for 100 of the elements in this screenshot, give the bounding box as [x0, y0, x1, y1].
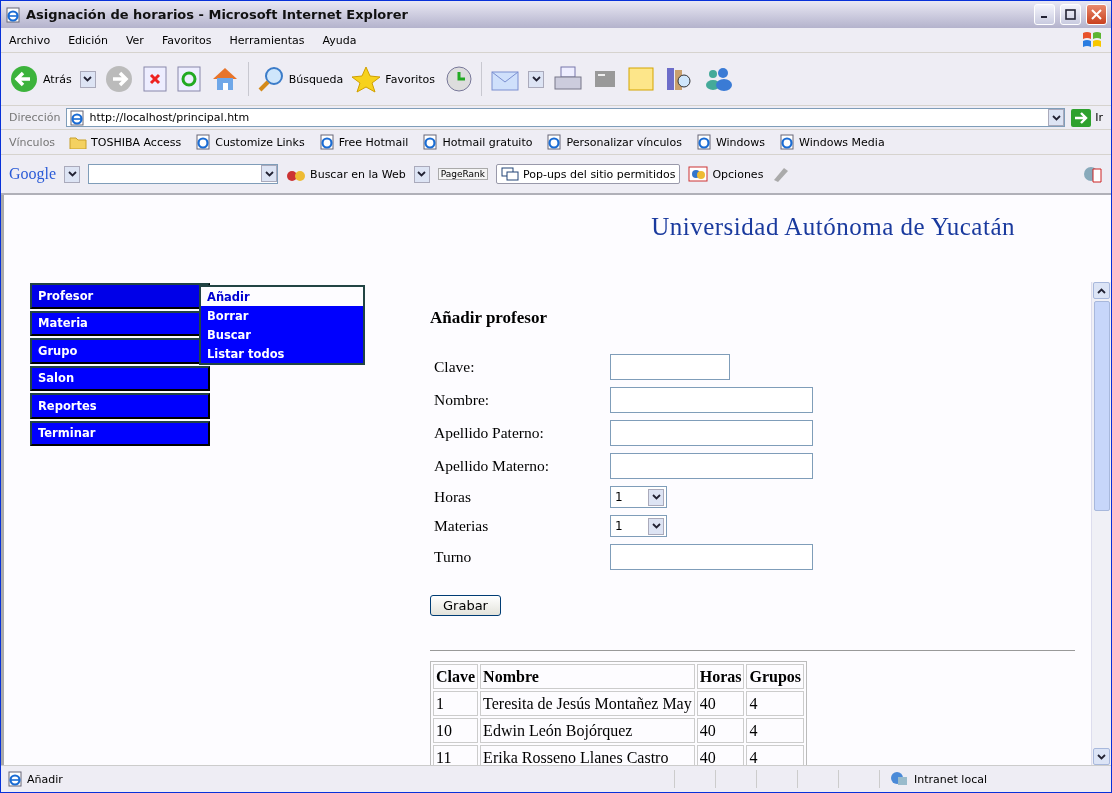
table-cell: Edwin León Bojórquez [480, 718, 695, 743]
input-field[interactable] [610, 420, 813, 446]
submenu-item[interactable]: Añadir [201, 287, 363, 306]
menu-item[interactable]: Herramientas [229, 33, 305, 47]
folder-icon [69, 135, 88, 149]
nav-menu-item[interactable]: Salon [30, 365, 210, 391]
options-icon [688, 166, 709, 182]
back-dropdown[interactable] [79, 70, 96, 88]
link-item[interactable]: Windows [695, 134, 765, 150]
star-icon [351, 65, 382, 93]
menu-item[interactable]: Archivo [9, 33, 51, 47]
input-field[interactable] [610, 453, 813, 479]
caret-icon [651, 523, 661, 529]
forward-icon[interactable] [103, 64, 134, 94]
input-field[interactable] [610, 354, 730, 380]
column-header: Nombre [480, 664, 695, 689]
nav-menu-item[interactable]: Terminar [30, 420, 210, 446]
table-cell: 1 [433, 691, 479, 716]
ie-page-icon [318, 134, 335, 150]
search-icon [256, 65, 285, 93]
save-button[interactable]: Grabar [430, 595, 501, 616]
caret-icon [264, 170, 274, 177]
link-item[interactable]: Personalizar vínculos [546, 134, 682, 150]
books-icon[interactable] [664, 65, 694, 93]
popup-blocker-button[interactable]: Pop-ups del sitio permitidos [495, 164, 681, 184]
ie-page-icon [695, 134, 712, 150]
links-label: Vínculos [9, 135, 56, 149]
window-title: Asignación de horarios - Microsoft Internet Explorer [26, 7, 409, 22]
google-search-field[interactable] [88, 164, 279, 184]
table-cell: 10 [433, 718, 479, 743]
link-item[interactable]: TOSHIBA Access [69, 135, 182, 149]
maximize-button[interactable] [1060, 4, 1081, 25]
address-field[interactable]: http://localhost/principal.htm [66, 108, 1066, 127]
printer-icon[interactable] [552, 65, 584, 93]
column-header: Clave [433, 664, 479, 689]
menu-item[interactable]: Favoritos [161, 33, 212, 47]
select-field[interactable]: 1 [610, 515, 667, 537]
windows-logo-icon [1081, 30, 1103, 50]
select-field[interactable]: 1 [610, 486, 667, 508]
table-cell: 4 [746, 691, 805, 716]
caret-icon [651, 494, 661, 500]
page-icon [5, 6, 21, 23]
go-button[interactable]: Ir [1071, 108, 1103, 127]
ie-page-icon [422, 134, 439, 150]
minimize-button[interactable] [1034, 4, 1055, 25]
menu-item[interactable]: Edición [68, 33, 108, 47]
network-icon [890, 771, 908, 787]
table-cell: 40 [696, 718, 745, 743]
table-cell: Teresita de Jesús Montañez May [480, 691, 695, 716]
close-icon [1091, 9, 1102, 20]
input-field[interactable] [610, 544, 813, 570]
field-label: Apellido Materno: [434, 457, 550, 475]
search-history-dropdown[interactable] [261, 165, 278, 182]
field-label: Nombre: [434, 391, 491, 409]
history-icon[interactable] [443, 64, 473, 94]
google-dropdown[interactable] [64, 165, 81, 183]
ie-page-icon [195, 134, 212, 150]
form-title: Añadir profesor [430, 308, 548, 328]
security-zone: Intranet local [914, 772, 987, 786]
caret-icon [83, 76, 93, 82]
address-label: Dirección [9, 111, 61, 124]
web-search-dropdown[interactable] [413, 165, 430, 183]
link-item[interactable]: Free Hotmail [318, 134, 409, 150]
ie-page-icon [546, 134, 563, 150]
menu-item[interactable]: Ayuda [322, 33, 357, 47]
ie-page-icon [7, 771, 23, 787]
status-text: Añadir [27, 772, 64, 786]
caret-icon [1097, 753, 1106, 760]
table-cell: 40 [696, 691, 745, 716]
options-button[interactable]: Opciones [688, 166, 764, 182]
stop-icon[interactable] [141, 65, 168, 93]
mail-dropdown[interactable] [528, 70, 544, 88]
field-label: Clave: [434, 358, 476, 376]
favorites-button[interactable]: Favoritos [351, 65, 435, 93]
page-heading: Universidad Autónoma de Yucatán [651, 213, 1015, 241]
back-button[interactable]: Atrás [9, 64, 72, 94]
maximize-icon [1065, 9, 1076, 20]
address-dropdown[interactable] [1048, 109, 1065, 126]
input-field[interactable] [610, 387, 813, 413]
search-button[interactable]: Búsqueda [256, 65, 344, 93]
close-button[interactable] [1086, 4, 1107, 25]
ie-page-icon [779, 134, 795, 150]
table-cell: 4 [746, 718, 805, 743]
caret-icon [67, 171, 77, 177]
menu-item[interactable]: Ver [125, 33, 144, 47]
up-caret-icon [1097, 287, 1106, 294]
link-item[interactable]: Windows Media [779, 134, 885, 150]
link-item[interactable]: Customize Links [195, 134, 305, 150]
link-item[interactable]: Hotmail gratuito [422, 134, 533, 150]
caret-icon [1051, 114, 1061, 121]
field-label: Horas [434, 488, 473, 506]
pagerank-meter: PageRank [437, 168, 488, 180]
field-label: Turno [434, 548, 473, 566]
caret-icon [417, 171, 427, 177]
google-logo[interactable]: Google [9, 165, 57, 183]
web-search-button[interactable]: Buscar en la Web [286, 166, 406, 182]
column-header: Horas [696, 664, 745, 689]
field-label: Materias [434, 517, 490, 535]
nav-menu-item[interactable]: Reportes [30, 393, 210, 419]
scrollbar[interactable] [1091, 282, 1111, 765]
